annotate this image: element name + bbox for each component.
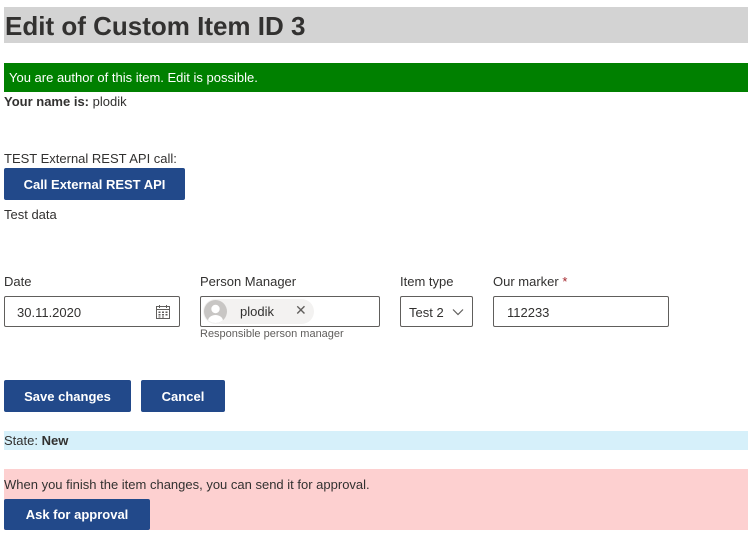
chevron-down-icon bbox=[452, 309, 464, 316]
state-value: New bbox=[41, 433, 69, 448]
our-marker-value: 112233 bbox=[507, 305, 550, 320]
state-label: State: bbox=[4, 433, 38, 448]
item-type-label: Item type bbox=[400, 274, 454, 289]
page-title: Edit of Custom Item ID 3 bbox=[5, 11, 306, 41]
rest-api-label: TEST External REST API call: bbox=[4, 151, 177, 166]
cancel-button[interactable]: Cancel bbox=[141, 380, 225, 412]
person-manager-picker[interactable]: plodik ✕ bbox=[200, 296, 380, 327]
date-label: Date bbox=[4, 274, 32, 289]
our-marker-label-text: Our marker bbox=[493, 274, 559, 289]
person-manager-label: Person Manager bbox=[200, 274, 297, 289]
item-type-dropdown[interactable]: Test 2 bbox=[400, 296, 473, 327]
ask-for-approval-button[interactable]: Ask for approval bbox=[4, 499, 150, 530]
required-mark: * bbox=[562, 274, 568, 289]
avatar bbox=[204, 300, 227, 323]
our-marker-input[interactable]: 112233 bbox=[493, 296, 669, 327]
approval-message: When you finish the item changes, you ca… bbox=[4, 477, 370, 492]
item-type-value: Test 2 bbox=[409, 305, 444, 320]
your-name-value: plodik bbox=[92, 94, 127, 109]
calendar-icon[interactable] bbox=[155, 304, 171, 320]
save-changes-button[interactable]: Save changes bbox=[4, 380, 131, 412]
test-data-text: Test data bbox=[4, 207, 57, 222]
our-marker-label: Our marker * bbox=[493, 274, 567, 289]
approval-panel: When you finish the item changes, you ca… bbox=[4, 469, 748, 530]
author-message-bar: You are author of this item. Edit is pos… bbox=[4, 63, 748, 92]
person-manager-helper: Responsible person manager bbox=[200, 328, 344, 340]
person-name: plodik bbox=[240, 304, 274, 319]
person-chip[interactable]: plodik ✕ bbox=[203, 299, 314, 324]
your-name-row: Your name is: plodik bbox=[4, 94, 127, 109]
state-bar: State: New bbox=[4, 431, 748, 450]
title-bar: Edit of Custom Item ID 3 bbox=[4, 7, 748, 43]
close-icon[interactable]: ✕ bbox=[295, 302, 307, 319]
call-rest-api-button[interactable]: Call External REST API bbox=[4, 168, 185, 200]
date-value: 30.11.2020 bbox=[17, 305, 82, 320]
date-field[interactable]: 30.11.2020 bbox=[4, 296, 180, 327]
your-name-label: Your name is: bbox=[4, 94, 90, 109]
